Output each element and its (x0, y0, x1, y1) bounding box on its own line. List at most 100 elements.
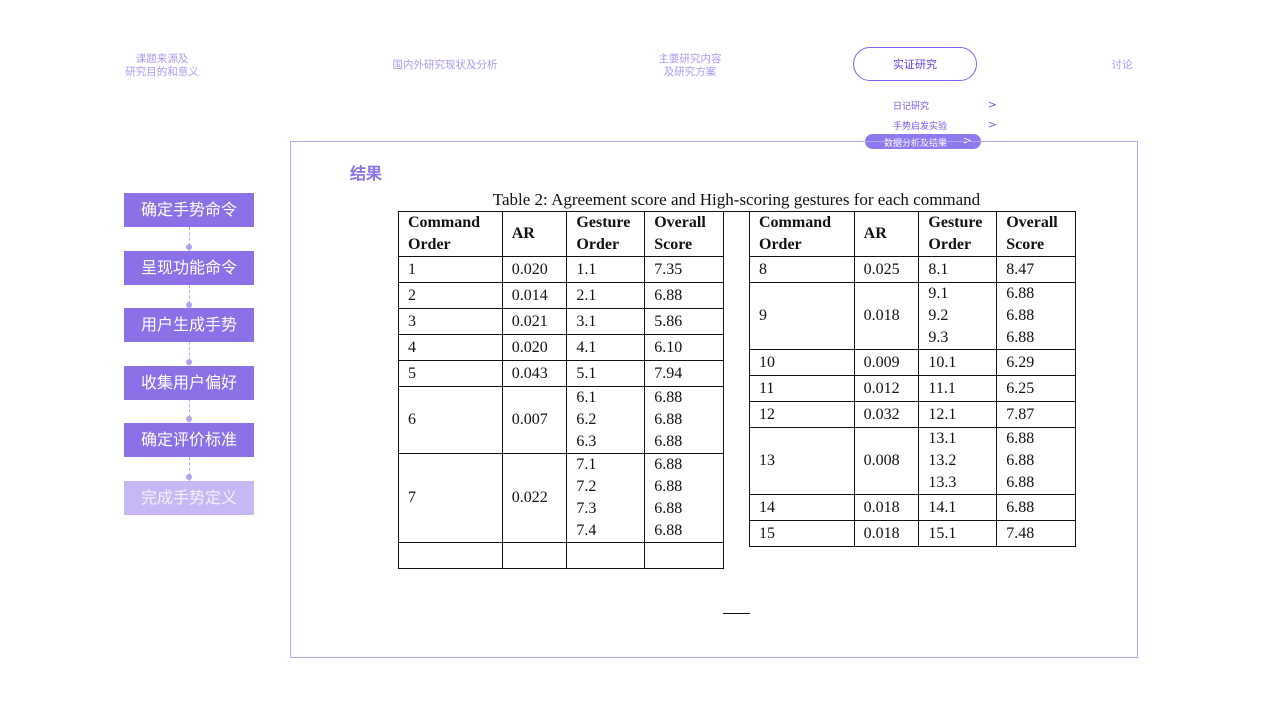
nav-item-discussion[interactable]: 讨论 (1098, 59, 1146, 72)
table-header-cell: Command Order (398, 211, 503, 257)
table-cell-overall-score: 6.88 6.88 6.88 (996, 427, 1076, 495)
nav-label-line: 主要研究内容 (658, 53, 722, 65)
table-cell-overall-score: 6.88 (996, 494, 1076, 521)
table-cell-command-order: 9 (749, 282, 855, 350)
step-connector-dot (186, 474, 192, 480)
overall-score-value: 6.88 (654, 433, 683, 450)
step-define-evaluation-criteria[interactable]: 确定评价标准 (124, 423, 254, 457)
nav-label-line: 及研究方案 (663, 66, 717, 78)
nav-item-research-content[interactable]: 主要研究内容 及研究方案 (640, 53, 740, 79)
table-row: 11 0.012 11.1 6.25 (749, 375, 1076, 402)
table-row: 12 0.032 12.1 7.87 (749, 401, 1076, 428)
nav-item-empirical-research-active[interactable]: 实证研究 (853, 47, 977, 81)
step-connector-dot (186, 359, 192, 365)
table-cell-overall-score (644, 542, 724, 569)
overall-score-value: 7.48 (1006, 524, 1035, 542)
table-cell-ar: 0.014 (501, 282, 568, 309)
step-define-gesture-commands[interactable]: 确定手势命令 (124, 193, 254, 227)
table-cell-command-order: 10 (749, 349, 855, 376)
table-cell-overall-score: 7.94 (644, 360, 724, 387)
overall-score-value: 6.88 (654, 456, 683, 473)
gesture-order-value: 7.1 (576, 456, 597, 473)
table-cell-overall-score: 7.48 (996, 520, 1076, 547)
table-cell-gesture-order: 15.1 (918, 520, 998, 547)
gesture-order-value: 7.4 (576, 522, 597, 539)
overall-score-value: 6.88 (1006, 452, 1035, 469)
gesture-order-value: 1.1 (576, 260, 597, 278)
table-header-cell: Overall Score (996, 211, 1076, 257)
nav-item-research-background[interactable]: 课题来源及 研究目的和意义 (110, 53, 214, 79)
table-cell-ar: 0.018 (853, 520, 920, 547)
section-title: 结果 (350, 164, 383, 183)
table-cell-command-order: 7 (398, 453, 503, 543)
table-cell-command-order (398, 542, 503, 569)
table-cell-ar (501, 542, 568, 569)
table-cell-gesture-order: 10.1 (918, 349, 998, 376)
agreement-table-left: Command Order AR Gesture Order Overall Score 1 0… (398, 211, 724, 569)
overall-score-value: 6.88 (654, 389, 683, 406)
sub-nav-label: 日记研究 (893, 102, 930, 112)
table-cell-command-order: 4 (398, 334, 503, 361)
table-cell-overall-score: 8.47 (996, 256, 1076, 283)
table-cell-command-order: 1 (398, 256, 503, 283)
gesture-order-value: 9.3 (928, 329, 949, 346)
overall-score-value: 6.10 (654, 338, 683, 356)
table-cell-ar: 0.022 (501, 453, 568, 543)
table-row: 9 0.018 9.1 9.2 9.3 6.88 6.88 6.88 (749, 282, 1076, 350)
table-header-cell: AR (501, 211, 568, 257)
step-collect-user-preference[interactable]: 收集用户偏好 (124, 366, 254, 400)
table-row: 8 0.025 8.1 8.47 (749, 256, 1076, 283)
overall-score-value: 6.88 (1006, 307, 1035, 324)
table-cell-gesture-order: 9.1 9.2 9.3 (918, 282, 998, 350)
nav-label-line: 实证研究 (893, 58, 937, 71)
table-cell-ar: 0.012 (853, 375, 920, 402)
nav-label-line: 讨论 (1111, 59, 1133, 71)
table-row: 5 0.043 5.1 7.94 (398, 360, 724, 387)
gesture-order-value: 8.1 (928, 260, 949, 278)
table-cell-command-order: 6 (398, 386, 503, 454)
table-cell-command-order: 14 (749, 494, 855, 521)
table-cell-overall-score: 7.87 (996, 401, 1076, 428)
table-cell-overall-score: 6.25 (996, 375, 1076, 402)
gesture-order-value: 7.3 (576, 500, 597, 517)
gesture-order-value: 13.2 (928, 452, 957, 469)
nav-item-research-status[interactable]: 国内外研究现状及分析 (360, 59, 530, 72)
table-cell-ar: 0.025 (853, 256, 920, 283)
overall-score-value: 6.88 (654, 478, 683, 495)
table-header-cell: Gesture Order (918, 211, 998, 257)
table-cell-command-order: 13 (749, 427, 855, 495)
table-row: 3 0.021 3.1 5.86 (398, 308, 724, 335)
table-cell-gesture-order: 7.1 7.2 7.3 7.4 (566, 453, 646, 543)
gesture-order-value: 9.2 (928, 307, 949, 324)
table-cell-command-order: 3 (398, 308, 503, 335)
table-row: 10 0.009 10.1 6.29 (749, 349, 1076, 376)
sub-nav-label: 手势启发实验 (893, 122, 948, 132)
gesture-order-value: 10.1 (928, 353, 957, 371)
table-cell-overall-score: 6.88 (644, 282, 724, 309)
gesture-order-value: 9.1 (928, 285, 949, 302)
step-connector-dot (186, 416, 192, 422)
table-caption: Table 2: Agreement score and High-scorin… (492, 190, 981, 209)
table-cell-command-order: 15 (749, 520, 855, 547)
overall-score-value: 6.88 (654, 500, 683, 517)
table-header-cell: Command Order (749, 211, 855, 257)
table-cell-overall-score: 7.35 (644, 256, 724, 283)
step-user-generate-gestures[interactable]: 用户生成手势 (124, 308, 254, 342)
table-cell-gesture-order: 12.1 (918, 401, 998, 428)
step-complete-gesture-definition[interactable]: 完成手势定义 (124, 481, 254, 515)
table-cell-command-order: 5 (398, 360, 503, 387)
step-present-function-commands[interactable]: 呈现功能命令 (124, 251, 254, 285)
table-row: 14 0.018 14.1 6.88 (749, 494, 1076, 521)
table-cell-gesture-order: 14.1 (918, 494, 998, 521)
overall-score-value: 7.87 (1006, 405, 1035, 423)
overall-score-value: 6.88 (1006, 430, 1035, 447)
table-cell-ar: 0.021 (501, 308, 568, 335)
table-header-cell: Overall Score (644, 211, 724, 257)
table-row: 1 0.020 1.1 7.35 (398, 256, 724, 283)
table-cell-ar: 0.018 (853, 494, 920, 521)
table-header-cell: Gesture Order (566, 211, 646, 257)
agreement-table-right: Command Order AR Gesture Order Overall Score 8 0… (749, 211, 1076, 547)
step-connector-dot (186, 244, 192, 250)
table-row: 7 0.022 7.1 7.2 7.3 7.4 6.88 6.88 6.88 6.88 (398, 453, 724, 543)
gesture-order-value: 13.3 (928, 474, 957, 491)
